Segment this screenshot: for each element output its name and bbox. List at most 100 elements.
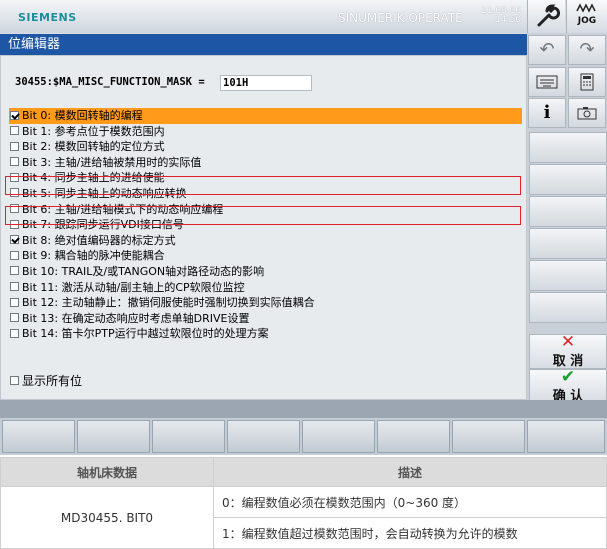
table-header-param: 轴机床数据: [0, 457, 214, 487]
checkbox-icon[interactable]: [10, 126, 19, 136]
checkbox-icon[interactable]: [10, 219, 19, 229]
checkbox-icon[interactable]: [10, 266, 19, 276]
bit-label: Bit 11: 激活从动轴/副主轴上的CP软限位监控: [22, 280, 245, 294]
bit-label: Bit 5: 同步主轴上的动态响应转换: [22, 186, 187, 200]
table-cell-desc-1: 1：编程数值超过模数范围时，会自动转换为允许的模数: [213, 517, 607, 549]
bit-row-11[interactable]: Bit 11: 激活从动轴/副主轴上的CP软限位监控: [9, 280, 522, 296]
checkbox-icon: [10, 376, 19, 385]
bit-label: Bit 10: TRAIL及/或TANGON轴对路径动态的影响: [22, 264, 265, 278]
jog-label: JOG: [577, 16, 597, 26]
table-cell-param: MD30455. BIT0: [0, 486, 214, 549]
top-bar: SIEMENS SINUMERIK OPERATE 21.08.06 14:50: [0, 0, 527, 33]
calculator-button[interactable]: [568, 67, 606, 97]
wrench-icon: [537, 4, 561, 27]
wrench-button[interactable]: [527, 0, 565, 33]
checkbox-icon[interactable]: [10, 141, 19, 151]
bit-row-9[interactable]: Bit 9: 耦合轴的脉冲使能耦合: [9, 248, 522, 264]
bit-label: Bit 6: 主轴/进给轴模式下的动态响应编程: [22, 202, 224, 216]
bit-row-4[interactable]: Bit 4: 同步主轴上的进给使能: [9, 170, 522, 186]
redo-button[interactable]: ↷: [568, 35, 606, 65]
bit-editor-panel: 30455:$MA_MISC_FUNCTION_MASK = 101H Bit …: [0, 55, 527, 400]
screenshot-button[interactable]: [568, 98, 606, 128]
table-header-row: 轴机床数据 描述: [0, 457, 607, 487]
checkbox-icon[interactable]: [10, 157, 19, 167]
table-header-desc: 描述: [213, 457, 607, 487]
cross-icon: ✕: [560, 332, 576, 352]
bit-row-13[interactable]: Bit 13: 在确定动态响应时考虑单轴DRIVE设置: [9, 311, 522, 327]
jog-mode-button[interactable]: JOG: [566, 0, 607, 33]
product-name: SINUMERIK OPERATE: [338, 11, 463, 25]
checkbox-icon[interactable]: [10, 188, 19, 198]
softkey-strip: [0, 400, 607, 418]
show-all-label: 显示所有位: [22, 374, 83, 388]
checkbox-checked-icon[interactable]: [10, 235, 19, 245]
bit-row-5[interactable]: Bit 5: 同步主轴上的动态响应转换: [9, 186, 522, 202]
cancel-button[interactable]: ✕ 取 消: [529, 334, 607, 369]
redo-icon: ↷: [579, 39, 595, 60]
bit-row-7[interactable]: Bit 7: 跟踪同步运行VDI接口信号: [9, 217, 522, 233]
undo-button[interactable]: ↶: [528, 35, 566, 65]
time: 14:50: [495, 15, 522, 25]
confirm-button[interactable]: ✔ 确 认: [529, 367, 607, 404]
hmi-screen: SIEMENS SINUMERIK OPERATE 21.08.06 14:50…: [0, 0, 607, 455]
softkey-h2[interactable]: [77, 420, 150, 453]
softkey-h4[interactable]: [227, 420, 300, 453]
undo-icon: ↶: [539, 39, 555, 60]
softkey-h3[interactable]: [152, 420, 225, 453]
datetime: 21.08.06 14:50: [481, 7, 521, 25]
bit-list: Bit 0: 模数回转轴的编程 Bit 1: 参考点位于模数范围内 Bit 2: 模…: [9, 108, 522, 342]
checkbox-icon[interactable]: [10, 297, 19, 307]
bit-label: Bit 8: 绝对值编码器的标定方式: [22, 233, 176, 247]
info-icon: i: [543, 102, 551, 123]
checkbox-icon[interactable]: [10, 172, 19, 182]
softkey-v3[interactable]: [529, 196, 607, 227]
bit-label: Bit 13: 在确定动态响应时考虑单轴DRIVE设置: [22, 311, 250, 325]
checkbox-icon[interactable]: [10, 250, 19, 260]
softkey-v5[interactable]: [529, 260, 607, 291]
param-label: 30455:$MA_MISC_FUNCTION_MASK =: [15, 76, 205, 88]
keyboard-button[interactable]: [528, 67, 566, 97]
window-title: 位编辑器: [0, 34, 527, 55]
bit-label: Bit 1: 参考点位于模数范围内: [22, 124, 165, 138]
checkbox-icon[interactable]: [10, 282, 19, 292]
softkey-v6[interactable]: [529, 292, 607, 323]
calculator-icon: [580, 73, 594, 91]
bit-label: Bit 2: 模数回转轴的定位方式: [22, 140, 165, 154]
bit-label: Bit 3: 主轴/进给轴被禁用时的实际值: [22, 155, 202, 169]
bit-row-14[interactable]: Bit 14: 笛卡尔PTP运行中越过软限位时的处理方案: [9, 326, 522, 342]
bit-row-10[interactable]: Bit 10: TRAIL及/或TANGON轴对路径动态的影响: [9, 264, 522, 280]
bit-row-0[interactable]: Bit 0: 模数回转轴的编程: [9, 108, 522, 124]
bit-label: Bit 9: 耦合轴的脉冲使能耦合: [22, 249, 165, 263]
softkey-h8[interactable]: [527, 420, 605, 453]
checkbox-icon[interactable]: [10, 328, 19, 338]
bit-label: Bit 14: 笛卡尔PTP运行中越过软限位时的处理方案: [22, 327, 269, 341]
bit-label: Bit 12: 主动轴静止：撤销伺服使能时强制切换到实际值耦合: [22, 296, 315, 310]
brand-logo: SIEMENS: [18, 11, 77, 24]
check-icon: ✔: [560, 367, 576, 387]
bit-row-12[interactable]: Bit 12: 主动轴静止：撤销伺服使能时强制切换到实际值耦合: [9, 295, 522, 311]
softkey-h1[interactable]: [2, 420, 75, 453]
checkbox-icon[interactable]: [10, 204, 19, 214]
vertical-softkey-bar: ↶ ↷ i ✕ 取 消 ✔ 确 认: [527, 33, 607, 404]
bit-row-6[interactable]: Bit 6: 主轴/进给轴模式下的动态响应编程: [9, 202, 522, 218]
softkey-v2[interactable]: [529, 164, 607, 195]
bit-label: Bit 4: 同步主轴上的进给使能: [22, 171, 165, 185]
bit-row-3[interactable]: Bit 3: 主轴/进给轴被禁用时的实际值: [9, 155, 522, 171]
bit-row-2[interactable]: Bit 2: 模数回转轴的定位方式: [9, 139, 522, 155]
softkey-h6[interactable]: [377, 420, 450, 453]
show-all-bits-checkbox[interactable]: 显示所有位: [9, 372, 82, 389]
checkbox-checked-icon[interactable]: [10, 110, 19, 120]
softkey-h5[interactable]: [302, 420, 375, 453]
machine-data-table: 轴机床数据 描述 MD30455. BIT0 0：编程数值必须在模数范围内（0~…: [0, 457, 607, 549]
keyboard-icon: [536, 75, 558, 89]
bit-label: Bit 7: 跟踪同步运行VDI接口信号: [22, 218, 184, 232]
param-value-field[interactable]: 101H: [220, 75, 312, 91]
bit-row-1[interactable]: Bit 1: 参考点位于模数范围内: [9, 124, 522, 140]
softkey-v1[interactable]: [529, 132, 607, 163]
checkbox-icon[interactable]: [10, 313, 19, 323]
bit-row-8[interactable]: Bit 8: 绝对值编码器的标定方式: [9, 233, 522, 249]
bit-label: Bit 0: 模数回转轴的编程: [22, 109, 143, 122]
softkey-h7[interactable]: [452, 420, 525, 453]
softkey-v4[interactable]: [529, 228, 607, 259]
info-button[interactable]: i: [528, 98, 566, 128]
